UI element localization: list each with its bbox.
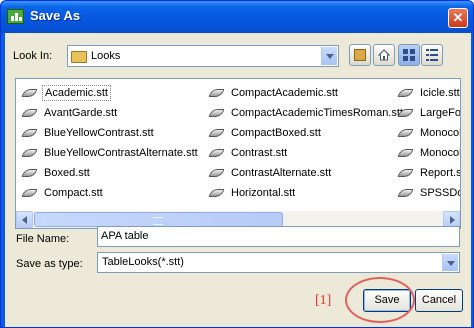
look-in-value: Looks <box>91 50 121 62</box>
annotation-highlight-circle <box>345 277 415 323</box>
tablelook-file-icon <box>208 129 225 137</box>
tablelook-file-icon <box>397 189 414 197</box>
dialog-body: Look In: Looks Academic.stt AvantGarde.st… <box>5 33 471 327</box>
file-item-label: AvantGarde.stt <box>44 107 118 119</box>
file-item-label: Contrast.stt <box>231 147 288 159</box>
save-as-type-dropdown[interactable]: TableLooks(*.stt) <box>97 252 460 273</box>
save-as-type-label: Save as type: <box>16 258 83 270</box>
file-item-label: LargeFo <box>420 107 461 119</box>
file-item-label: Monocol <box>420 147 461 159</box>
file-item[interactable]: Monocol <box>396 123 461 143</box>
look-in-dropdown[interactable]: Looks <box>67 45 339 67</box>
file-item-label: Report.s <box>420 167 461 179</box>
file-item-label: SPSSDo <box>420 187 461 199</box>
file-column: Academic.stt AvantGarde.stt BlueYellowCont… <box>20 83 200 203</box>
file-item-label: Monocol <box>420 127 461 139</box>
file-item[interactable]: Boxed.stt <box>20 163 200 183</box>
file-item-label: CompactAcademic.stt <box>231 87 338 99</box>
file-item[interactable]: Report.s <box>396 163 461 183</box>
tablelook-file-icon <box>208 109 225 117</box>
file-item[interactable]: Horizontal.stt <box>207 183 405 203</box>
details-view-icon <box>426 49 438 61</box>
file-item-label: CompactAcademicTimesRoman.stt <box>231 107 403 119</box>
file-item[interactable]: Icicle.stt <box>396 83 460 103</box>
file-list[interactable]: Academic.stt AvantGarde.stt BlueYellowCont… <box>15 78 461 229</box>
scroll-left-button[interactable] <box>16 211 33 228</box>
file-item-label: Horizontal.stt <box>231 187 296 199</box>
file-item[interactable]: Monocol <box>396 143 461 163</box>
close-button[interactable]: ✕ <box>448 8 468 28</box>
file-item-label: ContrastAlternate.stt <box>231 167 332 179</box>
tablelook-file-icon <box>21 109 38 117</box>
save-as-type-value: TableLooks(*.stt) <box>102 256 184 268</box>
tablelook-file-icon <box>397 149 414 157</box>
file-name-input[interactable]: APA table <box>97 226 460 247</box>
file-item[interactable]: SPSSDo <box>396 183 461 203</box>
file-item[interactable]: Contrast.stt <box>207 143 405 163</box>
annotation-marker: [1] <box>315 293 332 308</box>
up-folder-icon <box>354 49 366 61</box>
tablelook-file-icon <box>397 169 414 177</box>
file-item[interactable]: AvantGarde.stt <box>20 103 200 123</box>
file-item[interactable]: BlueYellowContrast.stt <box>20 123 200 143</box>
file-item-label: Icicle.stt <box>420 87 460 99</box>
scrollbar-thumb[interactable] <box>34 212 283 227</box>
tablelook-file-icon <box>397 109 414 117</box>
up-folder-button[interactable] <box>349 44 371 66</box>
save-as-dialog: Save As ✕ Look In: Looks Academic.stt Ava… <box>0 0 474 328</box>
file-item[interactable]: CompactAcademicTimesRoman.stt <box>207 103 405 123</box>
details-view-button[interactable] <box>421 44 443 66</box>
tablelook-file-icon <box>21 169 38 177</box>
tablelook-file-icon <box>21 149 38 157</box>
file-item[interactable]: CompactBoxed.stt <box>207 123 405 143</box>
folder-icon <box>71 51 87 63</box>
chevron-down-icon[interactable] <box>442 254 458 271</box>
tablelook-file-icon <box>21 89 38 97</box>
tablelook-file-icon <box>208 89 225 97</box>
file-item-label: BlueYellowContrastAlternate.stt <box>44 147 198 159</box>
tablelook-file-icon <box>208 169 225 177</box>
tablelook-file-icon <box>208 149 225 157</box>
file-column: CompactAcademic.stt CompactAcademicTimesR… <box>207 83 405 203</box>
file-name-label: File Name: <box>16 233 70 245</box>
file-item[interactable]: CompactAcademic.stt <box>207 83 405 103</box>
list-view-icon <box>403 49 415 61</box>
window-title: Save As <box>30 8 81 23</box>
look-in-label: Look In: <box>13 50 53 62</box>
home-icon <box>378 49 390 61</box>
app-icon <box>7 9 24 24</box>
file-column: Icicle.stt LargeFo Monocol Monocol Report.s S… <box>396 83 461 203</box>
file-item-label: Compact.stt <box>44 187 103 199</box>
chevron-down-icon[interactable] <box>321 47 337 65</box>
list-view-button[interactable] <box>398 44 420 66</box>
tablelook-file-icon <box>21 189 38 197</box>
file-item-label: CompactBoxed.stt <box>231 127 321 139</box>
file-item-label: BlueYellowContrast.stt <box>44 127 154 139</box>
file-item[interactable]: ContrastAlternate.stt <box>207 163 405 183</box>
file-item-label: Academic.stt <box>42 85 111 101</box>
tablelook-file-icon <box>397 89 414 97</box>
file-item[interactable]: BlueYellowContrastAlternate.stt <box>20 143 200 163</box>
file-item-label: Boxed.stt <box>44 167 90 179</box>
tablelook-file-icon <box>21 129 38 137</box>
tablelook-file-icon <box>208 189 225 197</box>
file-item[interactable]: Academic.stt <box>20 83 200 103</box>
cancel-button[interactable]: Cancel <box>415 289 463 312</box>
home-button[interactable] <box>373 44 395 66</box>
file-item[interactable]: LargeFo <box>396 103 461 123</box>
title-bar[interactable]: Save As ✕ <box>1 1 473 33</box>
file-item[interactable]: Compact.stt <box>20 183 200 203</box>
tablelook-file-icon <box>397 129 414 137</box>
